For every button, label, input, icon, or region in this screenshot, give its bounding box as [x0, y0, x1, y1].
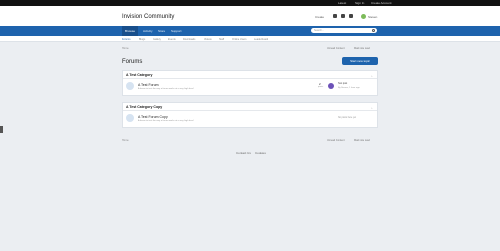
last-poster-avatar[interactable]: [328, 83, 334, 89]
posts-label: posts: [318, 86, 324, 88]
subnav-forums[interactable]: Forums: [122, 38, 130, 41]
messages-icon[interactable]: [341, 14, 345, 18]
primary-nav: Browse Activity Store Support Search...: [0, 26, 500, 36]
create-account-link[interactable]: Create Account: [371, 1, 392, 5]
forum-icon: [126, 114, 134, 122]
notifications-icon[interactable]: [333, 14, 337, 18]
page-title: Forums: [122, 59, 143, 65]
search-icon[interactable]: [372, 29, 375, 32]
subnav-staff[interactable]: Staff: [219, 38, 224, 41]
breadcrumb-home[interactable]: Home: [122, 47, 129, 50]
bell-icon[interactable]: [349, 14, 353, 18]
subnav-blogs[interactable]: Blogs: [139, 38, 145, 41]
site-header: Invision Community Create Steven: [0, 6, 500, 26]
subnav-leaderboard[interactable]: Leaderboard: [254, 38, 268, 41]
breadcrumb-home-bottom[interactable]: Home: [122, 139, 129, 142]
forum-title[interactable]: A Test Forum: [138, 83, 159, 87]
start-new-topic-button[interactable]: Start new topic: [342, 57, 378, 65]
nav-activity[interactable]: Activity: [140, 26, 156, 36]
forum-title[interactable]: A Test Forum Copy: [138, 115, 168, 119]
forum-row[interactable]: A Test Forum Copy A forum to test the wa…: [123, 111, 377, 127]
create-menu[interactable]: Create: [315, 15, 324, 19]
mark-site-read-link[interactable]: Mark site read: [354, 47, 370, 50]
nav-browse[interactable]: Browse: [122, 26, 139, 36]
subnav-gallery[interactable]: Gallery: [153, 38, 161, 41]
category-title[interactable]: A Test Category: [126, 73, 152, 77]
user-avatar[interactable]: [361, 14, 366, 19]
subnav-downloads[interactable]: Downloads: [183, 38, 195, 41]
category-header: A Test Category ⌃: [123, 71, 377, 79]
subnav-events[interactable]: Events: [168, 38, 176, 41]
category-card: A Test Category ⌃ A Test Forum A forum t…: [122, 70, 378, 96]
last-post-meta: By Steven, 1 hour ago: [338, 86, 360, 89]
forum-description: A forum to test the way a forum works at…: [138, 87, 194, 90]
subnav-online-users[interactable]: Online Users: [232, 38, 246, 41]
last-post-title[interactable]: Test post: [338, 83, 347, 85]
site-title[interactable]: Invision Community: [122, 14, 174, 20]
forum-description: A forum to test the way a forum works at…: [138, 119, 194, 122]
search-placeholder: Search...: [314, 29, 325, 32]
category-header: A Test Category Copy ⌃: [123, 103, 377, 111]
unread-content-link[interactable]: Unread Content: [327, 47, 345, 50]
contact-us-link[interactable]: Contact Us: [236, 151, 251, 155]
category-card: A Test Category Copy ⌃ A Test Forum Copy…: [122, 102, 378, 128]
cookies-link[interactable]: Cookies: [255, 151, 266, 155]
forum-icon: [126, 82, 134, 90]
category-title[interactable]: A Test Category Copy: [126, 105, 162, 109]
secondary-nav: Forums Blogs Gallery Events Downloads Vi…: [0, 36, 500, 42]
user-menu[interactable]: Steven: [368, 15, 377, 19]
mark-site-read-link-bottom[interactable]: Mark site read: [354, 139, 370, 142]
nav-support[interactable]: Support: [168, 26, 185, 36]
side-panel-toggle[interactable]: [0, 126, 3, 133]
search-input[interactable]: Search...: [311, 28, 377, 33]
forum-row[interactable]: A Test Forum A forum to test the way a f…: [123, 79, 377, 95]
unread-content-link-bottom[interactable]: Unread Content: [327, 139, 345, 142]
no-posts-text: No posts here yet: [338, 116, 357, 119]
subnav-videos[interactable]: Videos: [204, 38, 212, 41]
latest-link[interactable]: Latest: [338, 1, 346, 5]
nav-store[interactable]: Store: [155, 26, 168, 36]
sign-in-link[interactable]: Sign In: [355, 1, 364, 5]
